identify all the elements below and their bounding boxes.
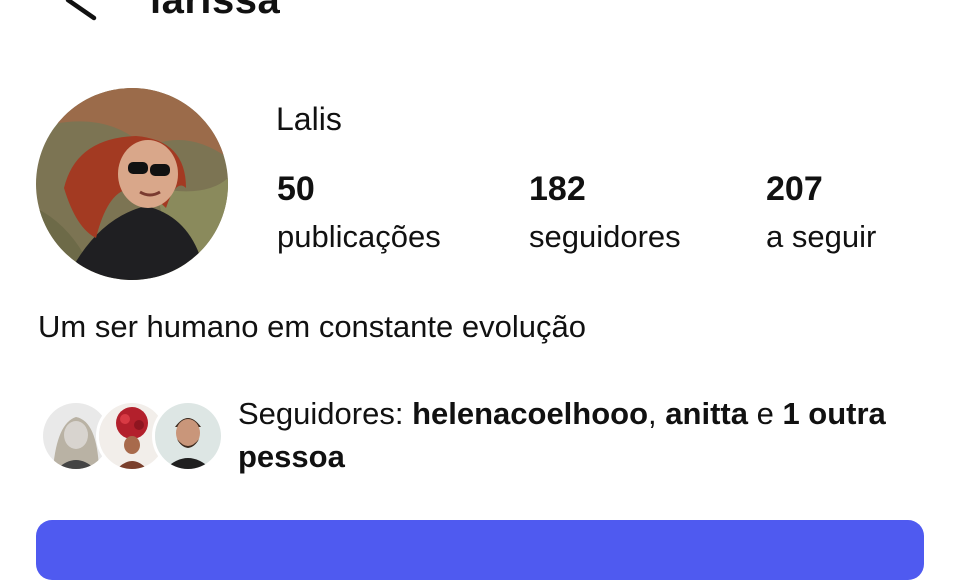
posts-count: 50	[277, 170, 315, 208]
back-arrow-icon[interactable]	[62, 0, 106, 22]
profile-avatar[interactable]	[36, 88, 228, 280]
following-label: a seguir	[766, 219, 877, 254]
mutual-name-link[interactable]: anitta	[665, 396, 748, 431]
profile-username: larissa	[150, 0, 281, 22]
mutual-prefix: Seguidores:	[238, 396, 413, 431]
mutual-followers-avatars[interactable]	[40, 400, 230, 474]
followers-count: 182	[529, 170, 586, 208]
posts-stat[interactable]: 50 publicações	[277, 170, 441, 256]
follow-button[interactable]	[36, 520, 924, 580]
profile-bio: Um ser humano em constante evolução	[38, 309, 586, 344]
more-options-icon[interactable]	[855, 0, 895, 6]
followers-label: seguidores	[529, 219, 681, 254]
mutual-separator: ,	[648, 396, 666, 431]
followers-stat[interactable]: 182 seguidores	[529, 170, 681, 256]
mutual-name-link[interactable]: helenacoelhooo	[412, 396, 648, 431]
mutual-followers-text[interactable]: Seguidores: helenacoelhooo, anitta e 1 o…	[238, 392, 918, 478]
mutual-conjunction: e	[747, 396, 783, 431]
profile-display-name: Lalis	[276, 101, 342, 137]
mutual-avatar	[152, 400, 224, 472]
posts-label: publicações	[277, 219, 441, 254]
following-stat[interactable]: 207 a seguir	[766, 170, 876, 256]
following-count: 207	[766, 170, 823, 208]
top-bar: larissa	[0, 0, 960, 30]
